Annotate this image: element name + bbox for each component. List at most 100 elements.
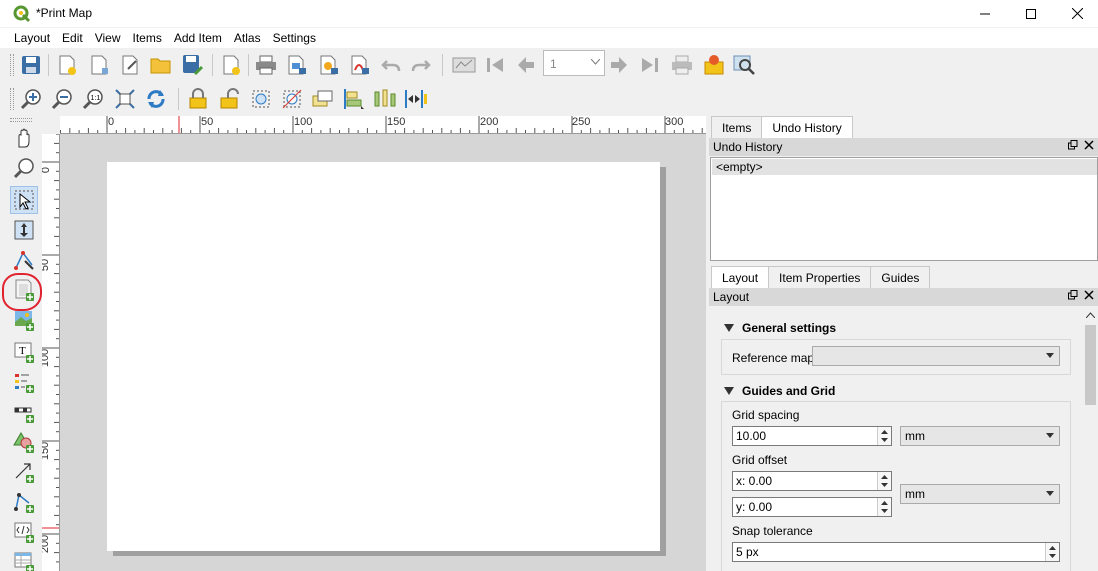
undo-history-list[interactable]: <empty> bbox=[710, 157, 1098, 261]
add-label-button[interactable]: T bbox=[10, 338, 38, 366]
undo-button[interactable] bbox=[378, 52, 404, 78]
layout-page[interactable] bbox=[107, 162, 660, 551]
layout-manager-button[interactable] bbox=[117, 52, 143, 78]
tab-items[interactable]: Items bbox=[711, 116, 763, 138]
close-panel-icon[interactable] bbox=[1084, 290, 1094, 300]
reference-map-combo[interactable] bbox=[812, 346, 1060, 366]
pan-tool-button[interactable] bbox=[10, 124, 38, 152]
menu-settings[interactable]: Settings bbox=[267, 28, 322, 48]
align-items-button[interactable] bbox=[341, 86, 367, 112]
list-item[interactable]: <empty> bbox=[712, 159, 1097, 175]
layout-panel-scrollbar[interactable] bbox=[1083, 307, 1098, 571]
atlas-toolbar-button[interactable] bbox=[731, 52, 757, 78]
scroll-up-icon[interactable] bbox=[1086, 312, 1095, 318]
edit-nodes-tool-button[interactable] bbox=[10, 246, 38, 274]
snap-tolerance-input[interactable]: 5 px bbox=[732, 542, 1060, 562]
add-legend-button[interactable] bbox=[10, 368, 38, 396]
grid-offset-x-input[interactable]: x: 0.00 bbox=[732, 471, 892, 491]
add-scalebar-icon bbox=[14, 407, 34, 423]
export-pdf-button[interactable] bbox=[347, 52, 373, 78]
export-svg-button[interactable] bbox=[316, 52, 342, 78]
print-atlas-button[interactable] bbox=[669, 52, 695, 78]
add-shape-button[interactable] bbox=[10, 428, 38, 456]
float-panel-icon[interactable] bbox=[1068, 290, 1078, 300]
move-content-tool-button[interactable] bbox=[10, 216, 38, 244]
page-number-combo[interactable]: 1 bbox=[543, 50, 605, 76]
add-html-button[interactable] bbox=[10, 518, 38, 546]
resize-items-button[interactable] bbox=[403, 86, 429, 112]
navigation-toolbar: 1:1 bbox=[0, 82, 1098, 116]
duplicate-layout-button[interactable] bbox=[86, 52, 112, 78]
ungroup-items-button[interactable] bbox=[279, 86, 305, 112]
add-arrow-button[interactable] bbox=[10, 458, 38, 486]
grid-offset-y-input[interactable]: y: 0.00 bbox=[732, 497, 892, 517]
menu-atlas[interactable]: Atlas bbox=[228, 28, 267, 48]
spin-buttons[interactable] bbox=[1045, 543, 1059, 561]
export-image-button[interactable] bbox=[284, 52, 310, 78]
zoom-out-button[interactable] bbox=[49, 86, 75, 112]
layout-canvas[interactable] bbox=[60, 134, 706, 571]
spin-buttons[interactable] bbox=[877, 498, 891, 516]
first-icon bbox=[487, 58, 503, 72]
zoom-actual-button[interactable]: 1:1 bbox=[80, 86, 106, 112]
save-as-template-button[interactable] bbox=[180, 52, 206, 78]
atlas-preview-button[interactable] bbox=[451, 52, 477, 78]
grid-spacing-unit-combo[interactable]: mm bbox=[900, 426, 1060, 446]
previous-feature-button[interactable] bbox=[513, 52, 539, 78]
add-scalebar-button[interactable] bbox=[10, 398, 38, 426]
print-button[interactable] bbox=[253, 52, 279, 78]
lock-icon bbox=[189, 88, 207, 109]
scrollbar-thumb[interactable] bbox=[1085, 325, 1096, 405]
grid-spacing-input[interactable]: 10.00 bbox=[732, 426, 892, 446]
maximize-button[interactable] bbox=[1008, 0, 1054, 27]
grid-offset-unit-combo[interactable]: mm bbox=[900, 484, 1060, 504]
refresh-button[interactable] bbox=[143, 86, 169, 112]
tab-layout[interactable]: Layout bbox=[711, 266, 770, 288]
atlas-settings-button[interactable] bbox=[701, 52, 727, 78]
tab-guides[interactable]: Guides bbox=[870, 266, 931, 288]
menu-layout[interactable]: Layout bbox=[8, 28, 56, 48]
minimize-button[interactable] bbox=[962, 0, 1008, 27]
menu-items[interactable]: Items bbox=[127, 28, 168, 48]
tab-item-properties[interactable]: Item Properties bbox=[768, 266, 872, 288]
maximize-icon bbox=[1026, 8, 1036, 19]
toolbar-grip[interactable] bbox=[10, 54, 14, 76]
toolbar-grip[interactable] bbox=[10, 88, 14, 110]
last-feature-button[interactable] bbox=[637, 52, 663, 78]
new-layout-button[interactable] bbox=[54, 52, 80, 78]
zoom-in-button[interactable] bbox=[18, 86, 44, 112]
add-polyline-button[interactable] bbox=[10, 488, 38, 516]
spin-buttons[interactable] bbox=[877, 472, 891, 490]
raise-icon bbox=[312, 90, 333, 107]
distribute-items-button[interactable] bbox=[372, 86, 398, 112]
save-button[interactable] bbox=[18, 52, 44, 78]
float-panel-icon[interactable] bbox=[1068, 140, 1078, 150]
unlock-items-button[interactable] bbox=[217, 86, 243, 112]
add-pages-button[interactable] bbox=[218, 52, 244, 78]
raise-items-button[interactable] bbox=[310, 86, 336, 112]
group-items-button[interactable] bbox=[248, 86, 274, 112]
guides-grid-header[interactable]: Guides and Grid bbox=[724, 384, 835, 398]
spin-down-icon bbox=[881, 483, 888, 487]
spin-buttons[interactable] bbox=[877, 427, 891, 445]
menu-add-item[interactable]: Add Item bbox=[168, 28, 228, 48]
first-feature-button[interactable] bbox=[482, 52, 508, 78]
atlas-preview-icon bbox=[452, 57, 476, 73]
zoom-full-button[interactable] bbox=[112, 86, 138, 112]
tab-undo-history[interactable]: Undo History bbox=[761, 116, 853, 138]
menu-edit[interactable]: Edit bbox=[56, 28, 89, 48]
open-template-button[interactable] bbox=[148, 52, 174, 78]
redo-button[interactable] bbox=[408, 52, 434, 78]
menu-view[interactable]: View bbox=[89, 28, 127, 48]
ruler-label: 200 bbox=[480, 116, 499, 128]
lock-items-button[interactable] bbox=[186, 86, 212, 112]
ruler-label: 200 bbox=[42, 534, 52, 554]
close-button[interactable] bbox=[1054, 0, 1098, 27]
general-settings-header[interactable]: General settings bbox=[724, 321, 836, 335]
next-feature-button[interactable] bbox=[606, 52, 632, 78]
close-panel-icon[interactable] bbox=[1084, 140, 1094, 150]
minimize-icon bbox=[980, 13, 990, 14]
add-attribute-table-button[interactable] bbox=[10, 548, 38, 571]
zoom-tool-button[interactable] bbox=[10, 154, 38, 182]
select-move-tool-button[interactable] bbox=[10, 186, 38, 214]
